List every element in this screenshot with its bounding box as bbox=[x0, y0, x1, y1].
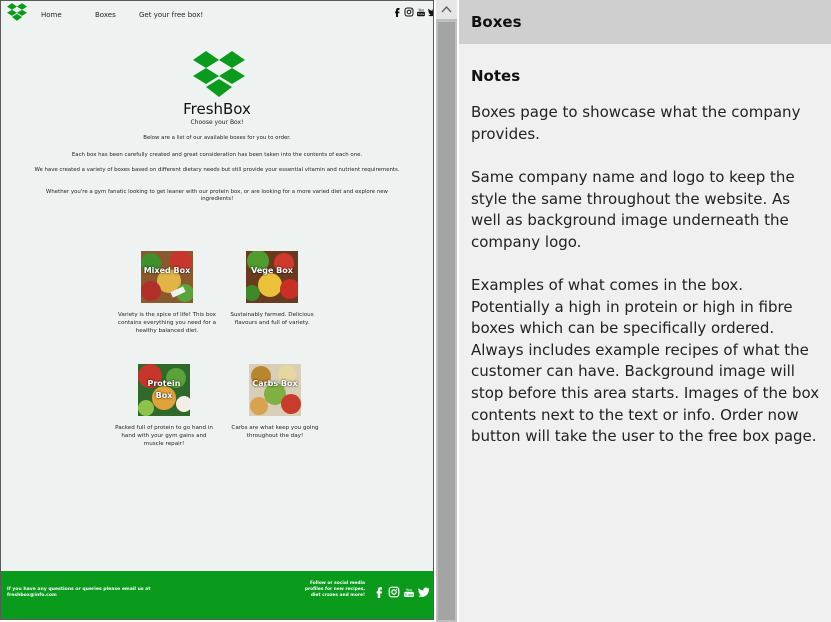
vegetables-photo-icon bbox=[141, 251, 193, 303]
nav-social-links: You Tube bbox=[392, 7, 434, 19]
intro-paragraph: Below are a list of our available boxes … bbox=[143, 135, 291, 141]
box-label: Carbs Box bbox=[252, 379, 298, 388]
instagram-icon[interactable] bbox=[404, 7, 414, 17]
svg-text:You: You bbox=[406, 587, 413, 592]
youtube-icon[interactable]: YouTube bbox=[416, 7, 426, 17]
box-description: Packed full of protein to go hand in han… bbox=[115, 425, 213, 447]
scroll-thumb[interactable] bbox=[438, 22, 455, 620]
vertical-scrollbar[interactable] bbox=[436, 0, 457, 622]
notes-panel: Boxes Notes Boxes page to showcase what … bbox=[459, 0, 831, 622]
nav-boxes-link[interactable]: Boxes bbox=[95, 11, 116, 19]
twitter-icon[interactable] bbox=[418, 586, 430, 598]
svg-text:Tube: Tube bbox=[416, 12, 424, 16]
facebook-icon[interactable] bbox=[392, 7, 402, 17]
brand-name: FreshBox bbox=[183, 100, 251, 118]
note-paragraph: Examples of what comes in the box. Poten… bbox=[471, 276, 820, 446]
facebook-icon[interactable] bbox=[373, 586, 385, 598]
protein-box-image[interactable]: Protein Box bbox=[138, 364, 190, 416]
page-mockup: Home Boxes Get your free box! You Tube Fr… bbox=[0, 0, 434, 620]
note-paragraph: Boxes page to showcase what the company … bbox=[471, 103, 801, 143]
nav-home-link[interactable]: Home bbox=[41, 11, 62, 19]
svg-text:Tube: Tube bbox=[404, 593, 414, 597]
scroll-up-button[interactable] bbox=[436, 0, 457, 19]
box-description: Variety is the spice of life! This box c… bbox=[117, 312, 217, 334]
carbs-box-image[interactable]: Carbs Box bbox=[249, 364, 301, 416]
top-nav: Home Boxes Get your free box! You Tube bbox=[1, 1, 433, 27]
intro-paragraph: Whether you're a gym fanatic looking to … bbox=[46, 189, 388, 202]
box-description: Sustainably farmed. Delicious flavours a… bbox=[230, 312, 314, 326]
freshbox-logo-icon[interactable] bbox=[7, 3, 27, 21]
footer-social-links: You Tube bbox=[373, 586, 430, 598]
box-label: Protein Box bbox=[147, 379, 181, 400]
notes-heading: Notes bbox=[471, 67, 521, 85]
box-description: Carbs are what keep you going throughout… bbox=[231, 425, 319, 439]
footer-contact-text: If you have any questions or queries ple… bbox=[7, 587, 151, 598]
note-paragraph: Same company name and logo to keep the s… bbox=[471, 168, 795, 251]
intro-paragraph: We have created a variety of boxes based… bbox=[34, 167, 400, 173]
tagline: Choose your Box! bbox=[190, 119, 244, 126]
chevron-up-icon bbox=[441, 6, 452, 13]
screen: Home Boxes Get your free box! You Tube Fr… bbox=[0, 0, 831, 622]
intro-paragraph: Each box has been carefully created and … bbox=[71, 152, 363, 158]
nav-free-box-link[interactable]: Get your free box! bbox=[139, 11, 203, 19]
box-label: Mixed Box bbox=[143, 266, 191, 275]
box-label: Vege Box bbox=[251, 266, 293, 275]
youtube-icon[interactable]: YouTube bbox=[403, 586, 415, 598]
panel-header: Boxes bbox=[459, 0, 831, 44]
twitter-icon[interactable] bbox=[428, 7, 434, 17]
panel-title: Boxes bbox=[471, 13, 522, 31]
instagram-icon[interactable] bbox=[388, 586, 400, 598]
vegetables-photo-icon bbox=[246, 251, 298, 303]
footer-follow-text: Follow or social media profiles for new … bbox=[304, 581, 365, 598]
freshbox-logo-icon bbox=[193, 51, 245, 97]
mixed-box-image[interactable]: Mixed Box bbox=[141, 251, 193, 303]
vege-box-image[interactable]: Vege Box bbox=[246, 251, 298, 303]
vegetables-photo-icon bbox=[249, 364, 301, 416]
footer: If you have any questions or queries ple… bbox=[1, 571, 433, 619]
